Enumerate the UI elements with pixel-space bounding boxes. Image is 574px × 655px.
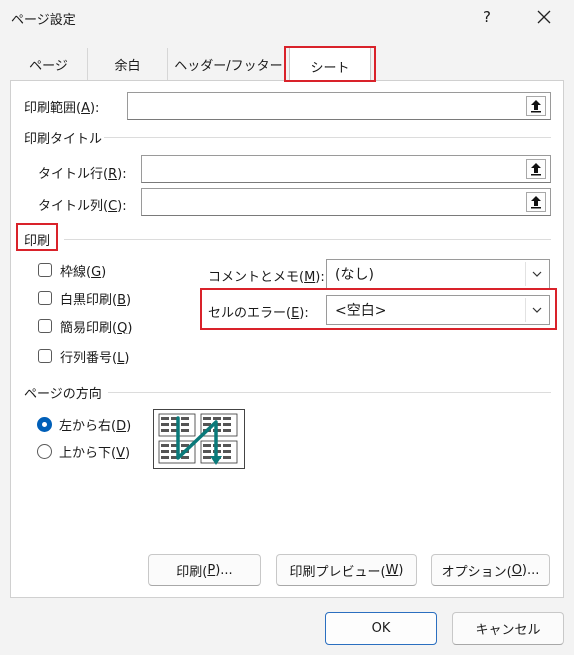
radio-label: 上から下(V) xyxy=(59,445,131,461)
row-column-headings-checkbox[interactable]: 行列番号(L) xyxy=(38,346,129,366)
print-area-label: 印刷範囲(A): xyxy=(24,101,100,116)
radio-dot xyxy=(37,443,52,459)
collapse-dialog-icon xyxy=(531,100,541,113)
title-rows-label: タイトル行(R): xyxy=(38,167,127,182)
dropdown-arrow[interactable] xyxy=(525,262,547,286)
comments-label: コメントとメモ(M): xyxy=(208,270,325,285)
black-and-white-checkbox[interactable]: 白黒印刷(B) xyxy=(38,288,131,308)
radio-label: 左から右(D) xyxy=(59,418,132,434)
print-area-collapse-button[interactable] xyxy=(526,96,546,116)
title-columns-input[interactable] xyxy=(141,188,551,216)
page-order-divider xyxy=(108,392,551,393)
collapse-dialog-icon xyxy=(531,196,541,209)
page-order-preview-image xyxy=(153,409,245,469)
checkbox-label: 行列番号(L) xyxy=(60,350,130,366)
page-order-diagram-icon xyxy=(158,413,238,465)
title-rows-collapse-button[interactable] xyxy=(526,159,546,179)
checkbox-box xyxy=(38,319,52,333)
close-button[interactable] xyxy=(528,2,560,32)
comments-select-value: (なし) xyxy=(335,267,374,283)
title-columns-collapse-button[interactable] xyxy=(526,192,546,212)
title-bar: ページ設定 ? xyxy=(0,0,574,36)
tab-page[interactable]: ページ xyxy=(10,48,88,81)
checkbox-box xyxy=(38,349,52,363)
tab-margins[interactable]: 余白 xyxy=(88,48,168,81)
print-titles-divider xyxy=(104,137,551,138)
cancel-button[interactable]: キャンセル xyxy=(452,612,564,645)
chevron-down-icon xyxy=(532,271,541,277)
checkbox-box xyxy=(38,291,52,305)
dialog-title: ページ設定 xyxy=(11,13,76,28)
ok-button[interactable]: OK xyxy=(325,612,437,645)
tab-label: ページ xyxy=(29,59,68,74)
gridlines-checkbox[interactable]: 枠線(G) xyxy=(38,260,106,280)
tab-label: ヘッダー/フッター xyxy=(174,59,283,74)
collapse-dialog-icon xyxy=(531,163,541,176)
print-titles-heading: 印刷タイトル xyxy=(24,132,103,147)
over-then-down-radio[interactable]: 左から右(D) xyxy=(37,414,131,434)
options-button[interactable]: オプション(O)... xyxy=(431,554,550,586)
print-button[interactable]: 印刷(P)... xyxy=(148,554,261,586)
checkbox-label: 枠線(G) xyxy=(60,264,107,280)
cell-errors-select[interactable]: <空白> xyxy=(326,295,550,325)
chevron-down-icon xyxy=(532,307,541,313)
dropdown-arrow[interactable] xyxy=(525,298,547,322)
tab-sheet[interactable]: シート xyxy=(289,46,371,82)
print-divider xyxy=(64,239,551,240)
draft-quality-checkbox[interactable]: 簡易印刷(Q) xyxy=(38,316,132,336)
print-area-input[interactable] xyxy=(127,92,551,120)
tab-label: シート xyxy=(310,61,350,76)
checkbox-label: 白黒印刷(B) xyxy=(60,292,132,308)
cell-errors-label: セルのエラー(E): xyxy=(208,306,309,321)
down-then-over-radio[interactable]: 上から下(V) xyxy=(37,441,130,461)
checkbox-label: 簡易印刷(Q) xyxy=(60,320,133,336)
page-order-heading: ページの方向 xyxy=(24,387,102,402)
title-rows-input[interactable] xyxy=(141,155,551,183)
print-heading: 印刷 xyxy=(24,234,51,249)
print-preview-button[interactable]: 印刷プレビュー(W) xyxy=(276,554,417,586)
tab-header-footer[interactable]: ヘッダー/フッター xyxy=(168,48,289,81)
close-icon xyxy=(537,10,551,24)
radio-dot xyxy=(37,416,52,432)
title-columns-label: タイトル列(C): xyxy=(38,199,127,214)
tab-strip: ページ 余白 ヘッダー/フッター シート xyxy=(10,46,564,82)
checkbox-box xyxy=(38,263,52,277)
tab-label: 余白 xyxy=(114,59,141,74)
cell-errors-select-value: <空白> xyxy=(335,303,387,319)
comments-select[interactable]: (なし) xyxy=(326,259,550,289)
help-button[interactable]: ? xyxy=(472,2,502,32)
